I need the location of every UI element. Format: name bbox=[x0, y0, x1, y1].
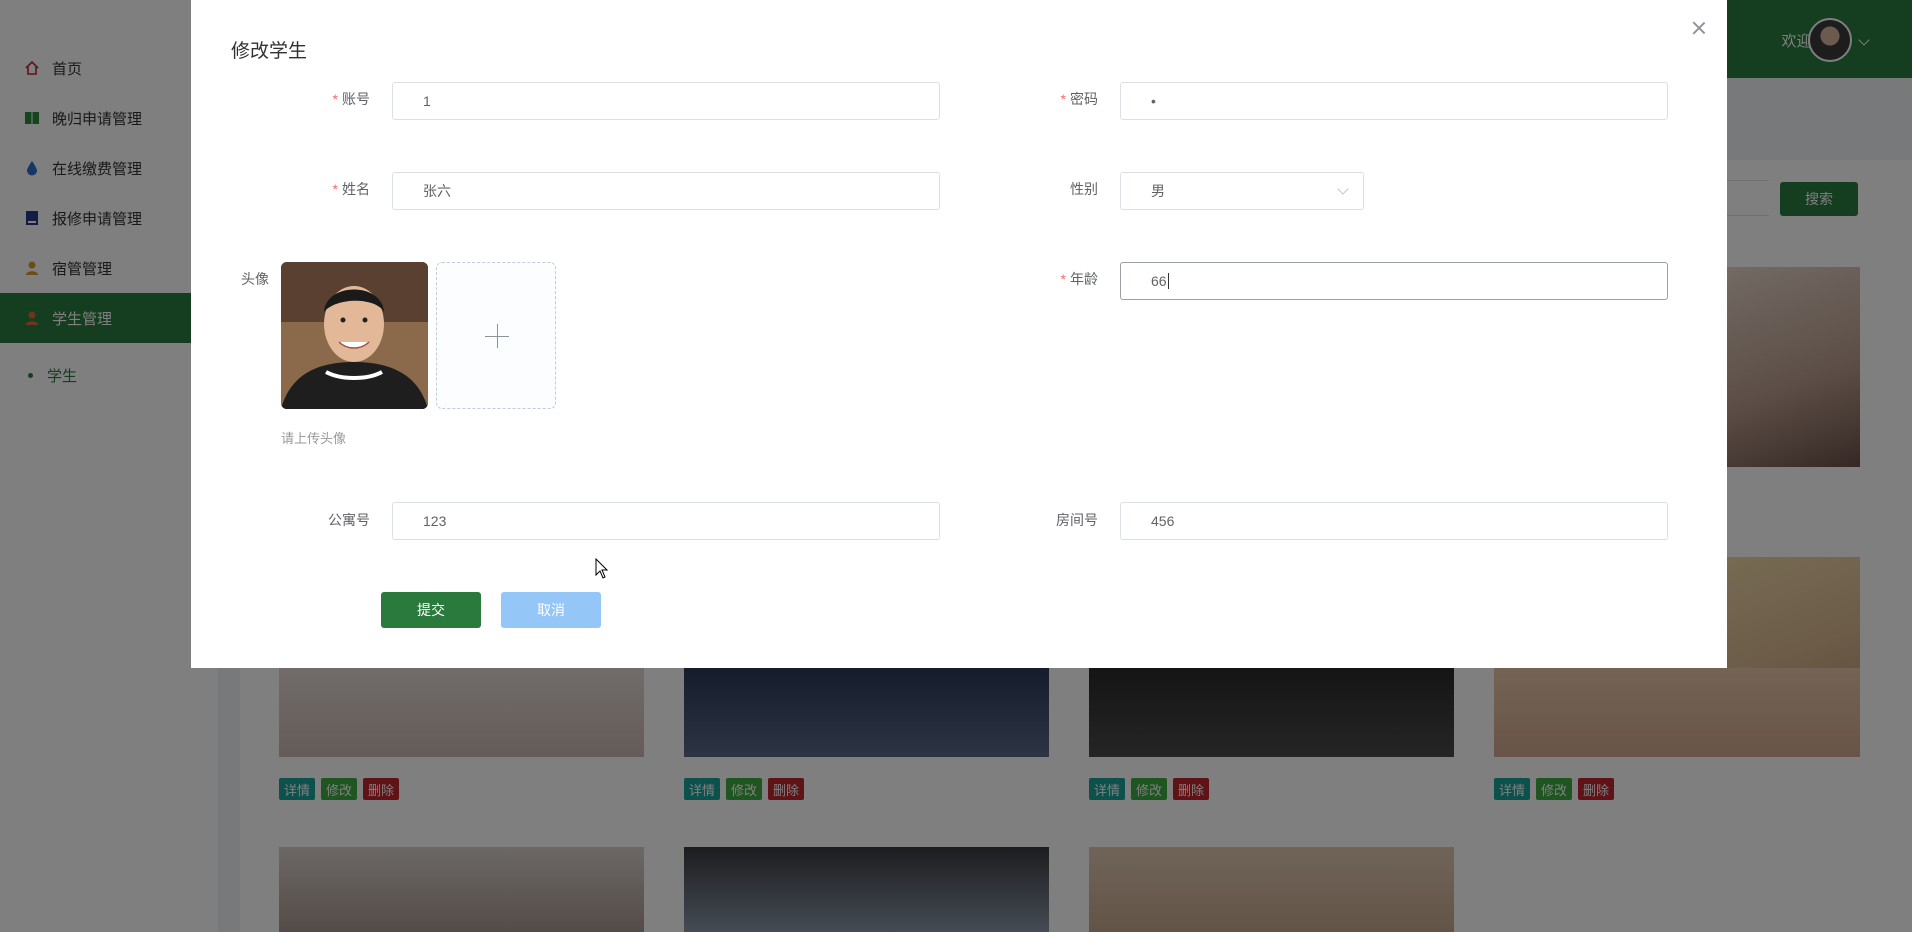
avatar-uploader[interactable] bbox=[436, 262, 556, 409]
avatar-hint: 请上传头像 bbox=[281, 431, 347, 446]
cancel-button[interactable]: 取消 bbox=[501, 592, 601, 628]
gender-select[interactable]: 男 bbox=[1120, 172, 1364, 210]
submit-button[interactable]: 提交 bbox=[381, 592, 481, 628]
password-label: * 密码 bbox=[1060, 91, 1098, 107]
avatar-preview[interactable] bbox=[281, 262, 428, 409]
room-label: 房间号 bbox=[1056, 512, 1098, 528]
avatar-label: 头像 bbox=[241, 271, 269, 287]
room-field[interactable]: 456 bbox=[1120, 502, 1668, 540]
apartment-field[interactable]: 123 bbox=[392, 502, 940, 540]
apartment-label: 公寓号 bbox=[328, 512, 370, 528]
age-label: * 年龄 bbox=[1060, 271, 1098, 287]
name-label: * 姓名 bbox=[332, 181, 370, 197]
gender-value: 男 bbox=[1151, 183, 1165, 199]
mouse-cursor-icon bbox=[595, 558, 609, 579]
age-field[interactable]: 66 bbox=[1120, 262, 1668, 300]
chevron-down-icon bbox=[1337, 183, 1349, 195]
age-value: 66 bbox=[1151, 273, 1167, 289]
account-label: * 账号 bbox=[332, 91, 370, 107]
gender-label: 性别 bbox=[1070, 181, 1098, 197]
name-field[interactable]: 张六 bbox=[392, 172, 940, 210]
close-icon[interactable] bbox=[1689, 18, 1709, 38]
account-field[interactable]: 1 bbox=[392, 82, 940, 120]
text-caret bbox=[1167, 273, 1169, 289]
password-field[interactable]: • bbox=[1120, 82, 1668, 120]
edit-student-dialog: 修改学生 * 账号 1 * 密码 • * 姓名 张六 性别 男 头像 请上传头像 * 年… bbox=[191, 0, 1727, 668]
dialog-title: 修改学生 bbox=[231, 41, 308, 62]
